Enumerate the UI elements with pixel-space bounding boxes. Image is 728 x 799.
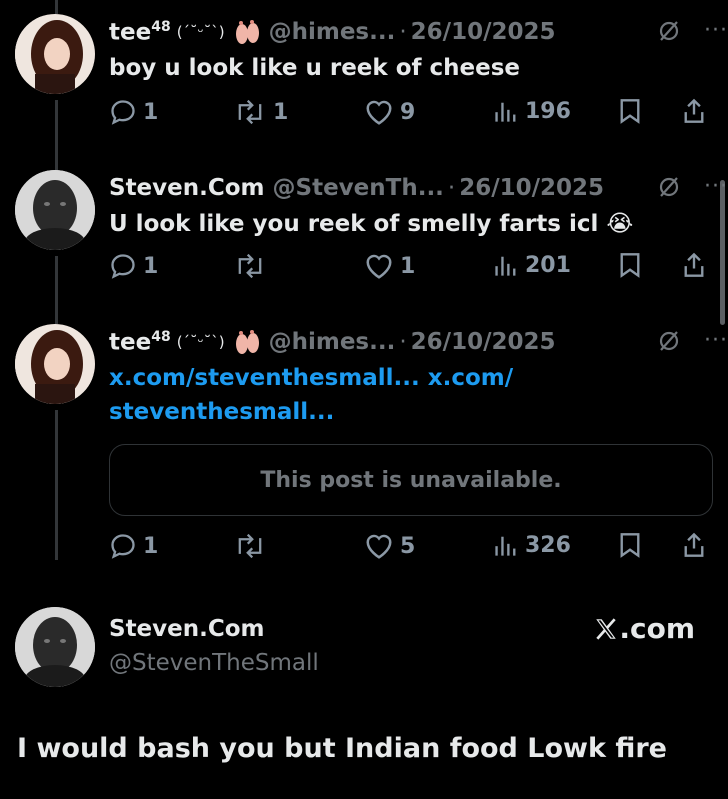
heart-icon [366,254,392,279]
separator-dot: · [399,19,407,45]
kaomoji: (ˊ˘ᵕ˘ˋ) [176,23,225,41]
post-text: boy u look like u reek of cheese [109,55,521,81]
bookmark-button[interactable] [619,252,641,278]
repost-button[interactable]: 1 [233,98,288,126]
separator-dot: · [399,329,407,355]
post-date[interactable]: 26/10/2025 [411,19,556,45]
x-logo-watermark: .com [593,612,695,645]
reply-button[interactable]: 1 [109,252,158,280]
author-name[interactable]: tee48 [109,19,171,46]
unavailable-post-card: This post is unavailable. [109,444,713,516]
more-options-icon[interactable]: ··· [704,18,728,43]
avatar[interactable] [15,324,95,404]
feet-emoji-icon [233,19,261,45]
caption-text: I would bash you but Indian food Lowk fi… [17,733,667,764]
share-icon [684,252,704,277]
post-date[interactable]: 26/10/2025 [459,175,604,201]
repost-icon [238,99,262,125]
quote-avatar[interactable] [15,607,95,687]
reply-icon [111,100,135,125]
author-name[interactable]: tee48 [109,329,171,356]
reply-icon [111,534,135,559]
author-name[interactable]: Steven.Com [109,175,265,201]
bookmark-button[interactable] [619,98,641,124]
bookmark-button[interactable] [619,532,641,558]
more-options-icon[interactable]: ··· [704,328,728,353]
post-text: U look like you reek of smelly farts icl… [109,211,634,237]
thread-line [55,410,58,560]
bookmark-icon [620,99,640,124]
views-icon [495,102,516,122]
post-link[interactable]: steventhesmall... [109,396,708,428]
views-button[interactable]: 326 [493,532,571,558]
thread-line [55,0,58,14]
share-button[interactable] [682,532,706,558]
share-icon [684,532,704,557]
share-button[interactable] [682,98,706,124]
scrollbar[interactable] [720,180,725,325]
x-logo-icon [596,617,617,640]
repost-icon [238,253,262,279]
heart-icon [366,534,392,559]
repost-button[interactable] [233,252,273,280]
views-button[interactable]: 201 [493,252,571,278]
feet-emoji-icon [233,329,261,355]
like-button[interactable]: 5 [364,532,415,560]
heart-icon [366,100,392,125]
share-icon [684,98,704,123]
post-link[interactable]: x.com/steventhesmall... x.com/ [109,362,708,394]
thread-line [55,256,58,328]
avatar[interactable] [15,170,95,250]
grok-icon[interactable] [658,176,680,202]
views-button[interactable]: 196 [493,98,571,124]
author-handle[interactable]: @himes... [269,329,396,355]
thread-line [55,100,58,174]
kaomoji: (ˊ˘ᵕ˘ˋ) [176,333,225,351]
quote-author-handle[interactable]: @StevenTheSmall [109,650,319,676]
bookmark-icon [620,533,640,558]
grok-icon[interactable] [658,330,680,356]
like-button[interactable]: 9 [364,98,415,126]
like-button[interactable]: 1 [364,252,415,280]
post-date[interactable]: 26/10/2025 [411,329,556,355]
author-handle[interactable]: @StevenTh... [273,175,444,201]
author-handle[interactable]: @himes... [269,19,396,45]
more-options-icon[interactable]: ··· [704,174,728,199]
reply-icon [111,254,135,279]
views-icon [495,256,516,276]
grok-icon[interactable] [658,20,680,46]
separator-dot: · [447,175,456,201]
bookmark-icon [620,253,640,278]
reply-button[interactable]: 1 [109,532,158,560]
share-button[interactable] [682,252,706,278]
reply-button[interactable]: 1 [109,98,158,126]
repost-button[interactable] [233,532,273,560]
repost-icon [238,533,262,559]
quote-author-name[interactable]: Steven.Com [109,616,265,642]
avatar[interactable] [15,14,95,94]
views-icon [495,536,516,556]
